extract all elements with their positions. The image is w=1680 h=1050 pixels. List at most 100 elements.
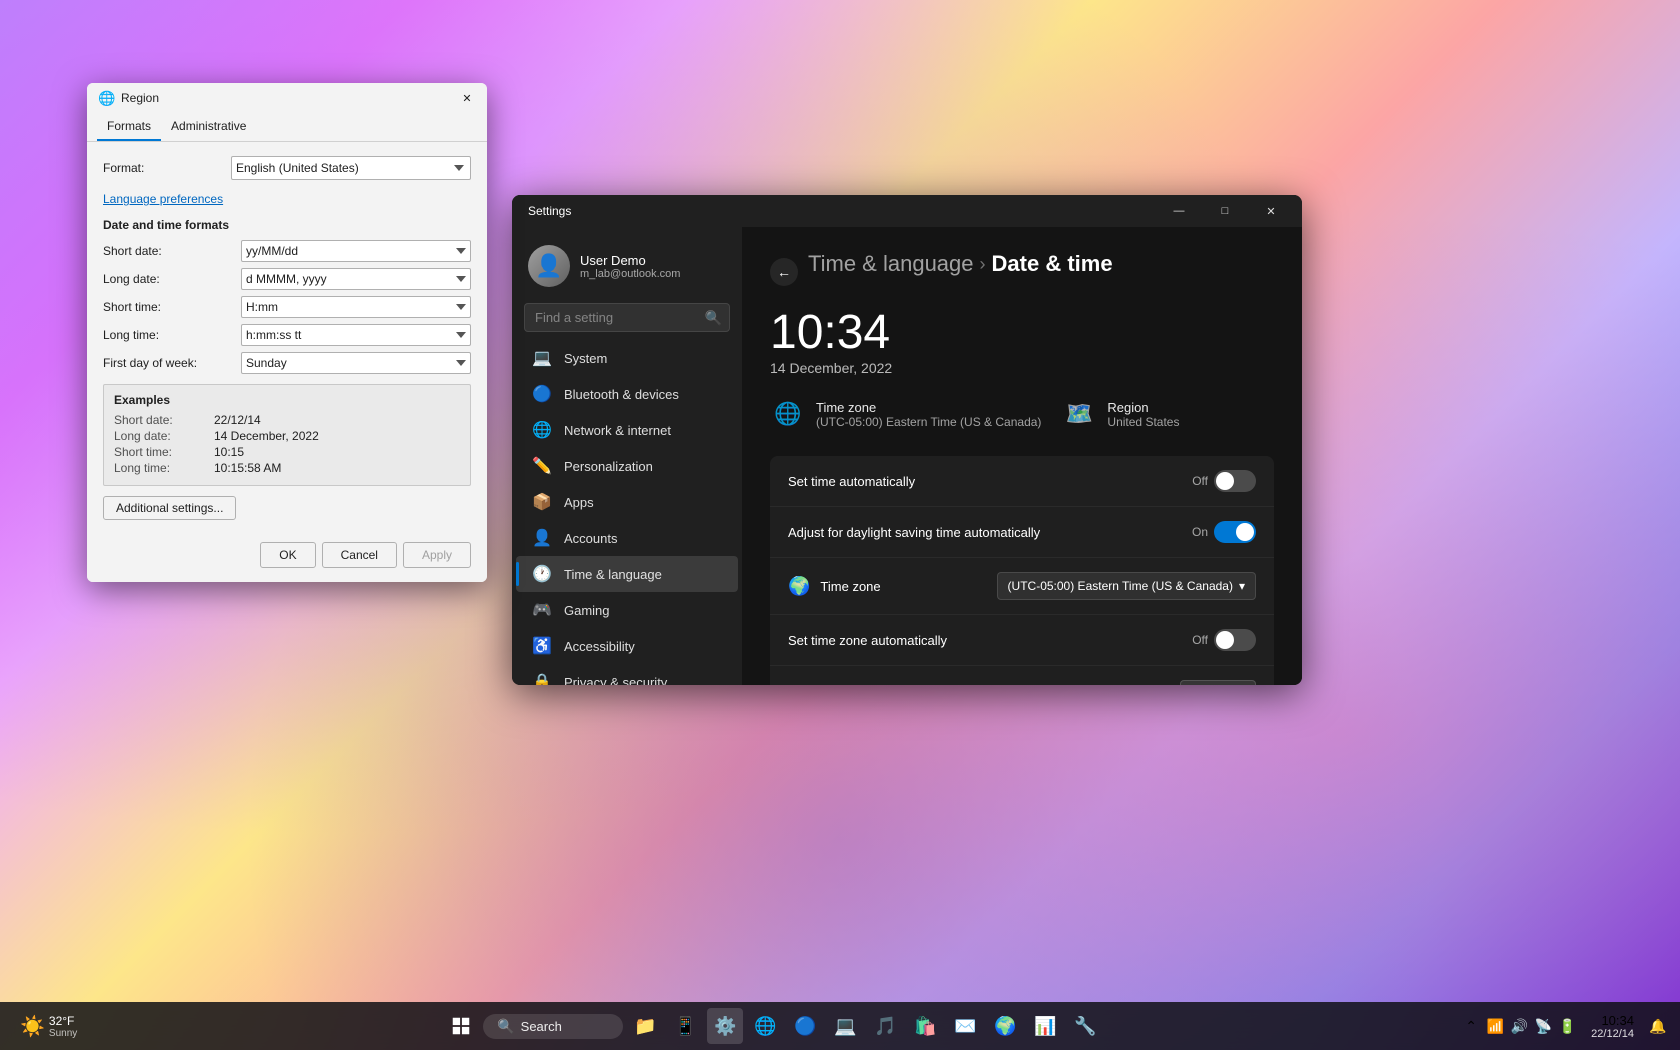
sidebar-item-accounts[interactable]: 👤 Accounts (516, 520, 738, 556)
set-time-auto-label: Set time automatically (788, 474, 915, 489)
tab-administrative[interactable]: Administrative (161, 113, 256, 141)
region-card: 🗺️ Region United States (1061, 396, 1179, 432)
taskbar-search[interactable]: 🔍 Search (483, 1014, 623, 1039)
weather-widget[interactable]: ☀️ 32°F Sunny (12, 1010, 85, 1043)
breadcrumb-parent[interactable]: Time & language (808, 251, 974, 277)
taskbar-apps3[interactable]: 🔧 (1067, 1008, 1103, 1044)
taskbar-apps2[interactable]: 📊 (1027, 1008, 1063, 1044)
taskbar-chrome[interactable]: 🌍 (987, 1008, 1023, 1044)
tab-formats[interactable]: Formats (97, 113, 161, 141)
accounts-icon: 👤 (532, 528, 552, 548)
tray-bluetooth-icon[interactable]: 📡 (1533, 1016, 1553, 1036)
example-short-time-value: 10:15 (214, 445, 460, 459)
weather-info: 32°F Sunny (49, 1014, 77, 1039)
timezone-card: 🌐 Time zone (UTC-05:00) Eastern Time (US… (770, 396, 1041, 432)
user-profile[interactable]: 👤 User Demo m_lab@outlook.com (512, 235, 742, 303)
sidebar-item-privacy-label: Privacy & security (564, 675, 667, 686)
settings-window: Settings — □ ✕ 👤 User Demo m_lab@outlook… (512, 195, 1302, 685)
taskbar-browser2[interactable]: 🔵 (787, 1008, 823, 1044)
tray-network-icon[interactable]: 📶 (1485, 1016, 1505, 1036)
change-button[interactable]: Change (1180, 680, 1256, 685)
system-clock[interactable]: 10:34 22/12/14 (1585, 1011, 1640, 1042)
ok-button[interactable]: OK (260, 542, 315, 568)
timezone-card-text: Time zone (UTC-05:00) Eastern Time (US &… (816, 400, 1041, 429)
taskbar-file-explorer[interactable]: 📁 (627, 1008, 663, 1044)
taskbar-settings[interactable]: ⚙️ (707, 1008, 743, 1044)
region-close-button[interactable]: ✕ (453, 84, 481, 112)
region-card-text: Region United States (1107, 400, 1179, 429)
maximize-button[interactable]: □ (1202, 195, 1248, 227)
language-preferences-link[interactable]: Language preferences (103, 192, 223, 206)
sidebar-item-apps[interactable]: 📦 Apps (516, 484, 738, 520)
gaming-icon: 🎮 (532, 600, 552, 620)
window-controls: — □ ✕ (1156, 195, 1294, 227)
taskbar-phone[interactable]: 📱 (667, 1008, 703, 1044)
short-date-select[interactable]: yy/MM/dd (241, 240, 471, 262)
region-dialog-icon: 🌐 (99, 90, 115, 106)
weather-icon: ☀️ (20, 1014, 45, 1039)
sidebar-item-network[interactable]: 🌐 Network & internet (516, 412, 738, 448)
long-date-select[interactable]: d MMMM, yyyy (241, 268, 471, 290)
taskbar-edge[interactable]: 🌐 (747, 1008, 783, 1044)
sidebar-item-privacy[interactable]: 🔒 Privacy & security (516, 664, 738, 685)
set-time-auto-toggle[interactable] (1214, 470, 1256, 492)
daylight-saving-toggle[interactable] (1214, 521, 1256, 543)
sidebar-item-gaming[interactable]: 🎮 Gaming (516, 592, 738, 628)
network-icon: 🌐 (532, 420, 552, 440)
taskbar-store[interactable]: 🛍️ (907, 1008, 943, 1044)
sidebar-item-time[interactable]: 🕐 Time & language (516, 556, 738, 592)
example-long-time-value: 10:15:58 AM (214, 461, 460, 475)
find-setting-search[interactable]: 🔍 (524, 303, 730, 332)
find-setting-icon: 🔍 (705, 309, 722, 326)
sidebar-item-bluetooth-label: Bluetooth & devices (564, 387, 679, 402)
long-time-select[interactable]: h:mm:ss tt (241, 324, 471, 346)
toggle-knob (1216, 472, 1234, 490)
example-long-date-value: 14 December, 2022 (214, 429, 460, 443)
taskbar-center: 🔍 Search 📁 📱 ⚙️ 🌐 🔵 💻 🎵 🛍️ ✉️ 🌍 📊 🔧 (97, 1008, 1449, 1044)
minimize-button[interactable]: — (1156, 195, 1202, 227)
region-dialog-buttons: OK Cancel Apply (103, 534, 471, 568)
current-time: 10:34 (770, 305, 1274, 360)
taskbar-mail[interactable]: ✉️ (947, 1008, 983, 1044)
example-long-time: Long time: 10:15:58 AM (114, 461, 460, 475)
example-short-time: Short time: 10:15 (114, 445, 460, 459)
sidebar-item-accessibility[interactable]: ♿ Accessibility (516, 628, 738, 664)
examples-section: Examples Short date: 22/12/14 Long date:… (103, 384, 471, 486)
cancel-button[interactable]: Cancel (322, 542, 397, 568)
sidebar-item-system[interactable]: 💻 System (516, 340, 738, 376)
timezone-card-value: (UTC-05:00) Eastern Time (US & Canada) (816, 415, 1041, 429)
tray-sound-icon[interactable]: 🔊 (1509, 1016, 1529, 1036)
format-row: Format: English (United States) (103, 156, 471, 180)
apply-button[interactable]: Apply (403, 542, 471, 568)
first-day-select[interactable]: Sunday (241, 352, 471, 374)
daylight-saving-row: Adjust for daylight saving time automati… (770, 507, 1274, 558)
back-button[interactable]: ← (770, 258, 798, 286)
start-button[interactable] (443, 1008, 479, 1044)
sidebar-item-apps-label: Apps (564, 495, 594, 510)
set-tz-auto-toggle[interactable] (1214, 629, 1256, 651)
tray-chevron-icon[interactable]: ⌃ (1461, 1016, 1481, 1036)
region-content: Format: English (United States) Language… (87, 142, 487, 582)
short-date-row: Short date: yy/MM/dd (103, 240, 471, 262)
close-button[interactable]: ✕ (1248, 195, 1294, 227)
set-time-auto-state: Off (1192, 474, 1208, 488)
region-titlebar: 🌐 Region ✕ (87, 83, 487, 113)
sidebar-item-bluetooth[interactable]: 🔵 Bluetooth & devices (516, 376, 738, 412)
additional-settings-button[interactable]: Additional settings... (103, 496, 236, 520)
tray-battery-icon[interactable]: 🔋 (1557, 1016, 1577, 1036)
format-select[interactable]: English (United States) (231, 156, 471, 180)
long-date-row: Long date: d MMMM, yyyy (103, 268, 471, 290)
sidebar-item-personalization[interactable]: ✏️ Personalization (516, 448, 738, 484)
short-date-label: Short date: (103, 244, 233, 258)
long-time-label: Long time: (103, 328, 233, 342)
taskbar-media[interactable]: 🎵 (867, 1008, 903, 1044)
breadcrumb-row: ← Time & language › Date & time (770, 251, 1274, 293)
taskbar-terminal[interactable]: 💻 (827, 1008, 863, 1044)
date-time-settings-section: Set time automatically Off Adjust for da… (770, 456, 1274, 685)
settings-sidebar: 👤 User Demo m_lab@outlook.com 🔍 💻 System… (512, 227, 742, 685)
daylight-saving-label: Adjust for daylight saving time automati… (788, 525, 1040, 540)
timezone-dropdown[interactable]: (UTC-05:00) Eastern Time (US & Canada) ▾ (997, 572, 1256, 600)
notification-icon[interactable]: 🔔 (1648, 1016, 1668, 1036)
find-setting-input[interactable] (524, 303, 730, 332)
short-time-select[interactable]: H:mm (241, 296, 471, 318)
